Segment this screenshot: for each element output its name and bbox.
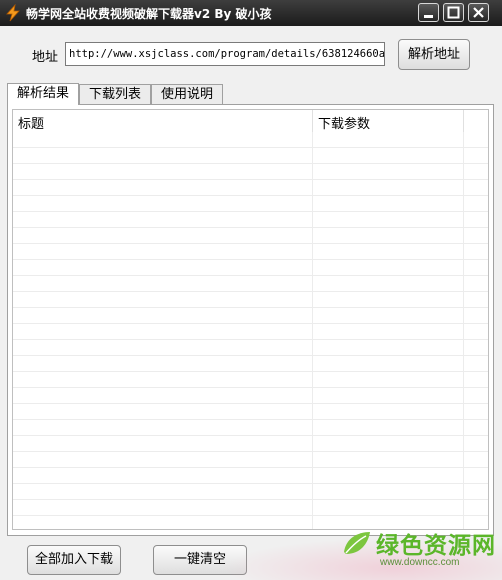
add-all-download-button[interactable]: 全部加入下载 xyxy=(27,545,121,575)
window-title: 畅学网全站收费视频破解下载器v2 By 破小孩 xyxy=(26,7,272,21)
watermark-text: 绿色资源网 xyxy=(376,533,496,559)
leaf-icon xyxy=(340,528,374,558)
watermark: 绿色资源网 www.downcc.com xyxy=(220,520,502,580)
list-body[interactable] xyxy=(13,132,488,529)
tab-panel: 标题 下载参数 xyxy=(7,104,494,536)
column-header-title[interactable]: 标题 xyxy=(18,113,44,132)
column-header-params[interactable]: 下载参数 xyxy=(318,113,370,132)
tab-download-list[interactable]: 下载列表 xyxy=(79,84,151,104)
maximize-icon xyxy=(447,6,460,19)
results-list[interactable]: 标题 下载参数 xyxy=(12,109,489,530)
lightning-icon xyxy=(4,3,22,22)
column-divider[interactable] xyxy=(312,110,313,132)
address-label: 地址 xyxy=(32,50,59,65)
app-window: 畅学网全站收费视频破解下载器v2 By 破小孩 地址 http://www.xs… xyxy=(0,0,502,580)
close-button[interactable] xyxy=(468,3,489,22)
close-icon xyxy=(473,7,484,18)
watermark-url: www.downcc.com xyxy=(380,557,460,568)
address-input[interactable]: http://www.xsjclass.com/program/details/… xyxy=(65,42,385,66)
list-header: 标题 下载参数 xyxy=(13,110,488,133)
maximize-button[interactable] xyxy=(443,3,464,22)
title-bar[interactable]: 畅学网全站收费视频破解下载器v2 By 破小孩 xyxy=(0,0,502,26)
parse-address-button[interactable]: 解析地址 xyxy=(398,39,470,70)
column-divider[interactable] xyxy=(463,110,464,132)
minimize-icon xyxy=(424,15,433,18)
tab-parse-results[interactable]: 解析结果 xyxy=(7,83,79,105)
grid-line xyxy=(463,132,464,529)
grid-line xyxy=(312,132,313,529)
tab-instructions[interactable]: 使用说明 xyxy=(151,84,223,104)
minimize-button[interactable] xyxy=(418,3,439,22)
